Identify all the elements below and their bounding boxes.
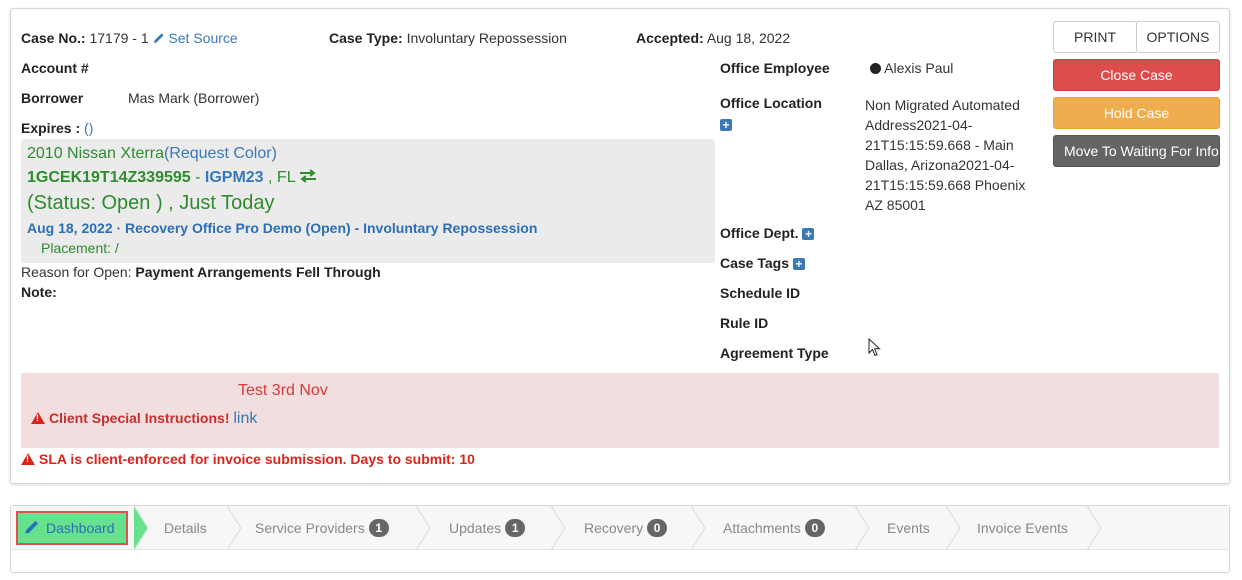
case-number: Case No.: 17179 - 1 Set Source [21,30,238,46]
tab-dashboard[interactable]: Dashboard [16,511,128,545]
office-employee-value: Alexis Paul [870,60,953,76]
vin: 1GCEK19T14Z339595 [27,169,191,186]
note-label: Note: [21,284,57,300]
office-location-address: Non Migrated Automated Address2021-04- 2… [865,97,1026,213]
tab-invoice-events[interactable]: Invoice Events [977,506,1068,550]
case-tags: Case Tags + [720,255,805,271]
tab-bar: Dashboard Details Service Providers 1 Upd… [11,506,1229,550]
client-special-instructions: Client Special Instructions! link [31,410,257,428]
vehicle-panel: 2010 Nissan Xterra(Request Color) 1GCEK1… [21,139,715,263]
vehicle-ids: 1GCEK19T14Z339595 - IGPM23 , FL [27,169,317,187]
warning-icon [21,453,35,465]
tab-separator [416,506,430,550]
office-location-label: Office Location [720,95,822,111]
agreement-type-label: Agreement Type [720,345,829,361]
expires-link[interactable]: () [84,120,93,136]
client-instructions-panel: Test 3rd Nov Client Special Instructions… [21,373,1219,448]
tab-separator [691,506,705,550]
close-case-button[interactable]: Close Case [1053,59,1220,91]
case-type: Case Type: Involuntary Repossession [329,30,567,46]
account-label: Account # [21,60,89,76]
tab-separator [134,506,148,550]
order-line-link[interactable]: Aug 18, 2022 · Recovery Office Pro Demo … [27,220,537,236]
move-to-waiting-button[interactable]: Move To Waiting For Info [1053,135,1220,167]
warning-icon [31,412,45,424]
plus-square-icon[interactable]: + [720,119,732,132]
office-employee-label: Office Employee [720,60,830,76]
add-location-button[interactable]: + [720,116,732,132]
tab-separator [551,506,565,550]
office-dept: Office Dept. + [720,225,815,241]
pencil-icon [153,33,164,43]
tab-details[interactable]: Details [164,506,207,550]
plus-square-icon[interactable]: + [802,228,815,241]
count-badge: 1 [505,519,526,537]
count-badge: 1 [368,519,389,537]
tab-separator [946,506,960,550]
tab-separator [227,506,241,550]
plus-square-icon[interactable]: + [792,258,805,271]
instructions-note: Test 3rd Nov [238,382,328,399]
swap-arrows-icon[interactable] [299,169,317,183]
tab-separator [855,506,869,550]
pencil-icon [25,520,39,534]
set-source-link[interactable]: Set Source [153,30,238,46]
instructions-link[interactable]: link [233,410,257,427]
hold-case-button[interactable]: Hold Case [1053,97,1220,129]
plate: IGPM23 [204,169,264,186]
tab-service-providers[interactable]: Service Providers 1 [255,506,389,550]
count-badge: 0 [804,519,825,537]
vehicle-title: 2010 Nissan Xterra(Request Color) [27,145,277,162]
case-tabs-card: Dashboard Details Service Providers 1 Upd… [10,505,1230,573]
options-button[interactable]: OPTIONS [1136,21,1220,53]
tab-recovery[interactable]: Recovery 0 [584,506,668,550]
tab-separator [1087,506,1101,550]
schedule-id-label: Schedule ID [720,285,801,301]
reason-for-open: Reason for Open: Payment Arrangements Fe… [21,264,381,280]
accepted-date: Accepted: Aug 18, 2022 [636,30,791,46]
sla-warning: SLA is client-enforced for invoice submi… [21,451,475,467]
rule-id-label: Rule ID [720,315,769,331]
borrower-label: Borrower [21,90,84,106]
vehicle-status: (Status: Open ) , Just Today [27,192,275,214]
count-badge: 0 [647,519,668,537]
tab-events[interactable]: Events [887,506,930,550]
request-color-link[interactable]: Request Color [169,145,271,162]
mouse-cursor-icon [868,338,881,357]
borrower-value: Mas Mark (Borrower) [128,90,260,106]
tab-updates[interactable]: Updates 1 [449,506,526,550]
placement: Placement: / [41,240,119,256]
case-summary-card: Case No.: 17179 - 1 Set Source Case Type… [10,8,1230,484]
tab-attachments[interactable]: Attachments 0 [723,506,825,550]
print-button[interactable]: PRINT [1053,21,1137,53]
expires: Expires : () [21,120,94,136]
status-dot-icon [870,63,881,74]
